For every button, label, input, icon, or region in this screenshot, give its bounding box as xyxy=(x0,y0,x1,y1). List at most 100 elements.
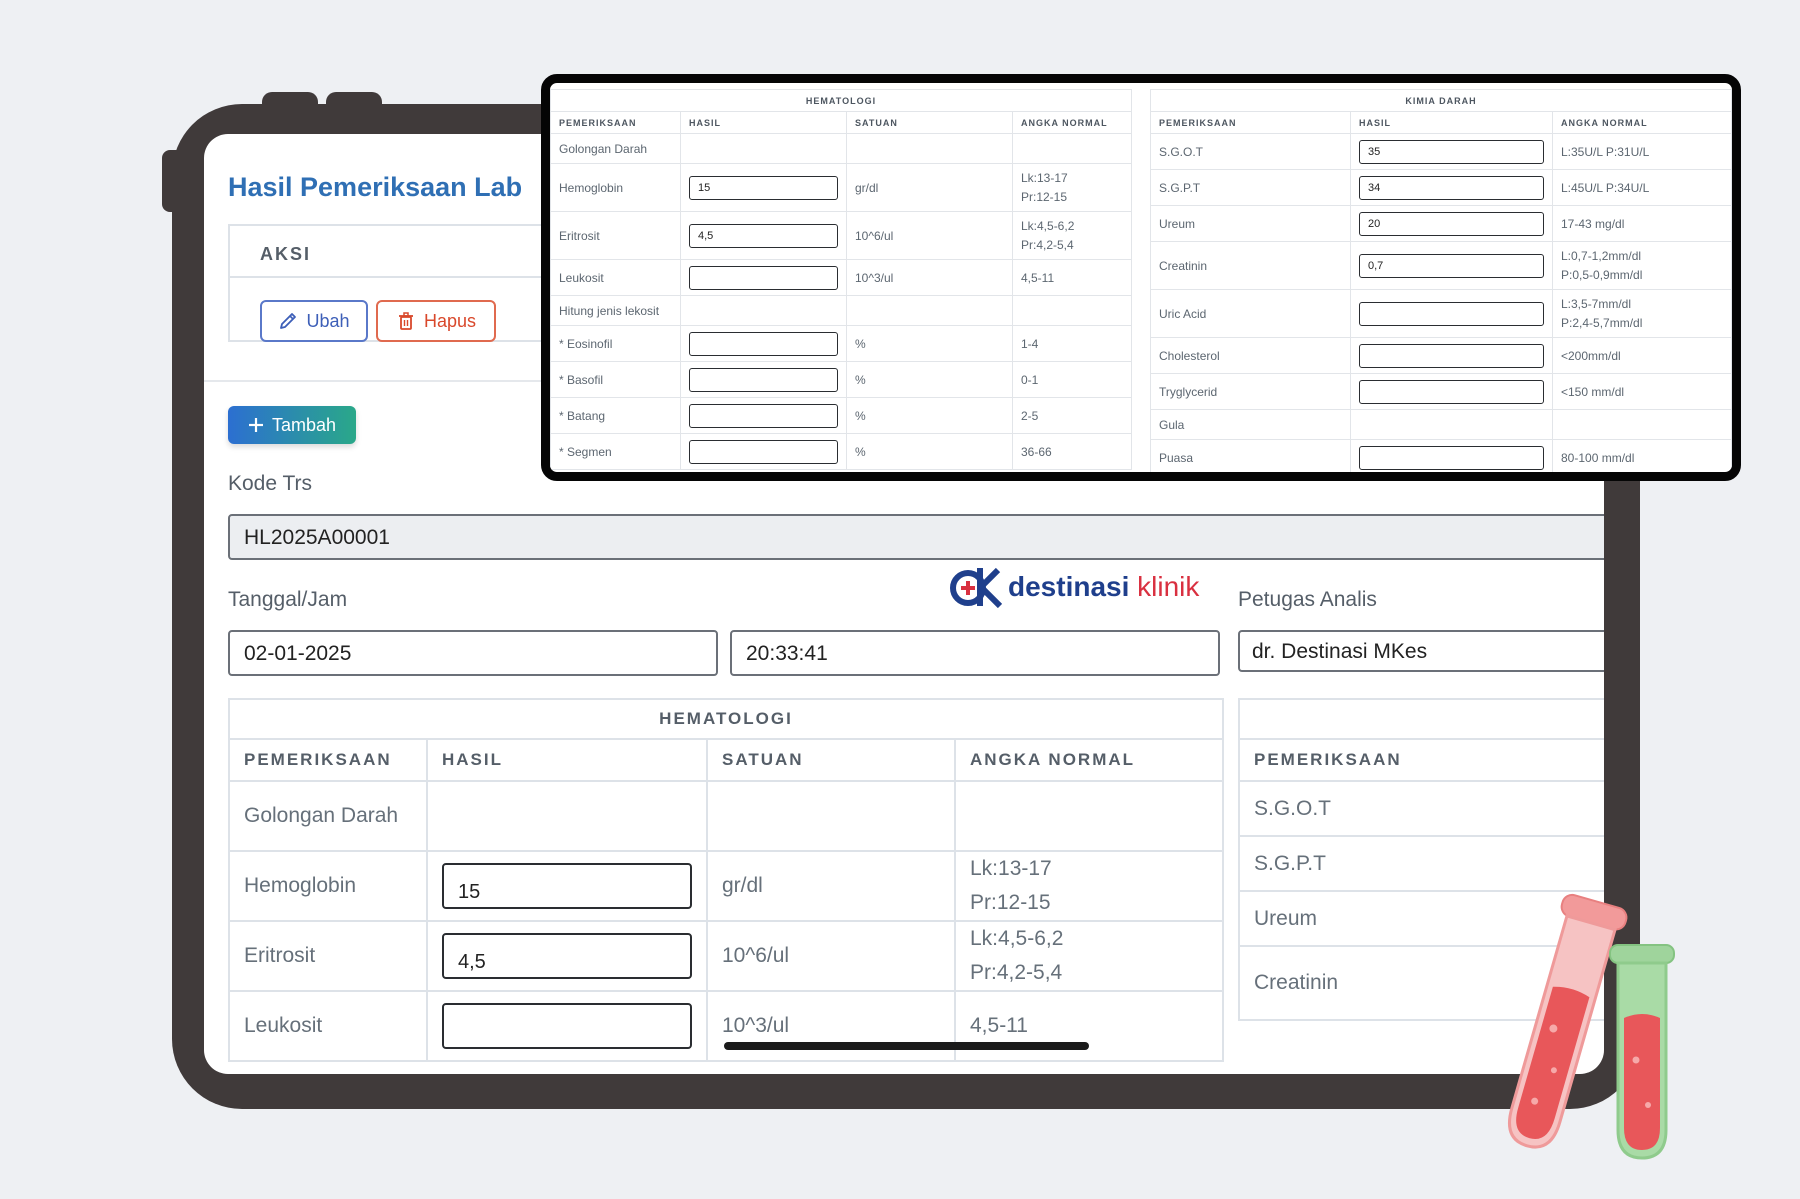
unit-cell: % xyxy=(846,325,1013,362)
result-input[interactable] xyxy=(442,1003,692,1049)
normal-cell: 36-66 xyxy=(1012,433,1132,470)
table-row: * Batang% 2-5 xyxy=(550,397,1132,434)
analyst-label: Petugas Analis xyxy=(1238,588,1377,611)
normal-range: Lk:4,5-6,2 xyxy=(1021,218,1075,233)
edit-button[interactable]: Ubah xyxy=(260,300,368,342)
result-input[interactable]: 0,7 xyxy=(1359,253,1544,278)
result-cell: 35 xyxy=(1350,133,1553,170)
result-input[interactable] xyxy=(689,331,838,356)
test-name: Golongan Darah xyxy=(228,780,428,852)
test-name: * Segmen xyxy=(550,433,681,470)
test-name: S.G.O.T xyxy=(1238,780,1604,837)
logo-text-main: destinasi xyxy=(1008,571,1130,602)
date-input[interactable]: 02-01-2025 xyxy=(228,630,718,676)
test-name: Eritrosit xyxy=(550,211,681,260)
pencil-icon xyxy=(280,313,297,329)
result-cell: 4,5 xyxy=(680,211,847,260)
column-header: PEMERIKSAAN xyxy=(1150,111,1351,134)
normal-range: Pr:4,2-5,4 xyxy=(970,961,1063,984)
result-input[interactable] xyxy=(1359,343,1544,368)
normal-cell: 80-100 mm/dl xyxy=(1552,439,1732,472)
add-button-label: Tambah xyxy=(271,414,337,435)
result-cell xyxy=(426,990,708,1062)
result-input[interactable] xyxy=(1359,301,1544,326)
normal-cell: Lk:13-17 Pr:12-15 xyxy=(954,850,1224,922)
result-cell xyxy=(680,433,847,470)
table-row: Hemoglobin 15 gr/dl Lk:13-17 Pr:12-15 xyxy=(228,850,1224,922)
result-cell xyxy=(1350,337,1553,374)
column-header: PEMERIKSAAN xyxy=(550,111,681,134)
result-input[interactable] xyxy=(1359,445,1544,470)
result-input[interactable]: 34 xyxy=(1359,175,1544,200)
test-name: Tryglycerid xyxy=(1150,373,1351,410)
time-input[interactable]: 20:33:41 xyxy=(730,630,1220,676)
page-title: Hasil Pemeriksaan Lab xyxy=(228,172,523,202)
analyst-input[interactable]: dr. Destinasi MKes xyxy=(1238,630,1604,672)
normal-cell: 1-4 xyxy=(1012,325,1132,362)
column-header: PEMERIKSAAN xyxy=(228,738,428,782)
result-cell xyxy=(1350,289,1553,338)
result-cell xyxy=(1350,439,1553,472)
table-row: Ureum 20 17-43 mg/dl xyxy=(1150,205,1732,242)
hematology-table: HEMATOLOGI PEMERIKSAAN HASIL SATUAN ANGK… xyxy=(228,698,1224,1062)
table-row: Puasa 80-100 mm/dl xyxy=(1150,439,1732,472)
result-input[interactable]: 20 xyxy=(1359,211,1544,236)
result-input[interactable] xyxy=(689,367,838,392)
result-cell xyxy=(680,361,847,398)
normal-range: Lk:13-17 xyxy=(1021,170,1068,185)
result-input[interactable] xyxy=(689,265,838,290)
column-header: PEMERIKSAAN xyxy=(1238,738,1604,782)
result-input[interactable] xyxy=(689,403,838,428)
normal-range: Pr:4,2-5,4 xyxy=(1021,237,1074,252)
green-test-tube-icon xyxy=(1609,944,1675,1160)
table-row: * Basofil% 0-1 xyxy=(550,361,1132,398)
result-cell: 0,7 xyxy=(1350,241,1553,290)
result-input[interactable]: 15 xyxy=(689,175,838,200)
column-header: SATUAN xyxy=(706,738,956,782)
red-test-tube-icon xyxy=(1507,893,1628,1149)
result-input[interactable]: 15 xyxy=(442,863,692,909)
test-name: * Eosinofil xyxy=(550,325,681,362)
table-row: Hemoglobin 15 gr/dl Lk:13-17 Pr:12-15 xyxy=(550,163,1132,212)
result-cell xyxy=(680,133,847,164)
test-name: Eritrosit xyxy=(228,920,428,992)
table-row: Uric Acid L:3,5-7mm/dl P:2,4-5,7mm/dl xyxy=(1150,289,1732,338)
result-input[interactable]: 35 xyxy=(1359,139,1544,164)
unit-cell: gr/dl xyxy=(706,850,956,922)
normal-cell: Lk:4,5-6,2 Pr:4,2-5,4 xyxy=(1012,211,1132,260)
test-name: Golongan Darah xyxy=(550,133,681,164)
add-button[interactable]: Tambah xyxy=(228,406,356,444)
normal-cell: <200mm/dl xyxy=(1552,337,1732,374)
test-name: Ureum xyxy=(1150,205,1351,242)
test-name: * Batang xyxy=(550,397,681,434)
test-name: Uric Acid xyxy=(1150,289,1351,338)
table-row: Gula xyxy=(1150,409,1732,440)
transaction-code-input[interactable]: HL2025A00001 xyxy=(228,514,1604,560)
result-input[interactable]: 4,5 xyxy=(689,223,838,248)
result-cell: 20 xyxy=(1350,205,1553,242)
result-input[interactable] xyxy=(689,439,838,464)
normal-range: Pr:12-15 xyxy=(1021,189,1068,204)
result-input[interactable] xyxy=(1359,379,1544,404)
table-row: * Segmen% 36-66 xyxy=(550,433,1132,470)
horizontal-scrollbar[interactable] xyxy=(724,1042,1089,1050)
unit-cell: 10^6/ul xyxy=(846,211,1013,260)
unit-cell: % xyxy=(846,361,1013,398)
table-row: Hitung jenis lekosit xyxy=(550,295,1132,326)
blood-chemistry-table-zoomed: KIMIA DARAH PEMERIKSAAN HASIL ANGKA NORM… xyxy=(1150,89,1732,472)
hematology-caption: HEMATOLOGI xyxy=(550,89,1132,112)
result-input[interactable]: 4,5 xyxy=(442,933,692,979)
test-name: S.G.O.T xyxy=(1150,133,1351,170)
column-header: HASIL xyxy=(1350,111,1553,134)
normal-cell xyxy=(1552,409,1732,440)
normal-cell: 4,5-11 xyxy=(954,990,1224,1062)
delete-button[interactable]: Hapus xyxy=(376,300,496,342)
test-name: Leukosit xyxy=(228,990,428,1062)
table-row: Golongan Darah xyxy=(550,133,1132,164)
result-cell: 15 xyxy=(680,163,847,212)
normal-cell: <150 mm/dl xyxy=(1552,373,1732,410)
table-row: Leukosit 10^3/ul 4,5-11 xyxy=(550,259,1132,296)
normal-cell: Lk:13-17 Pr:12-15 xyxy=(1012,163,1132,212)
delete-button-label: Hapus xyxy=(423,310,477,331)
column-header: HASIL xyxy=(680,111,847,134)
